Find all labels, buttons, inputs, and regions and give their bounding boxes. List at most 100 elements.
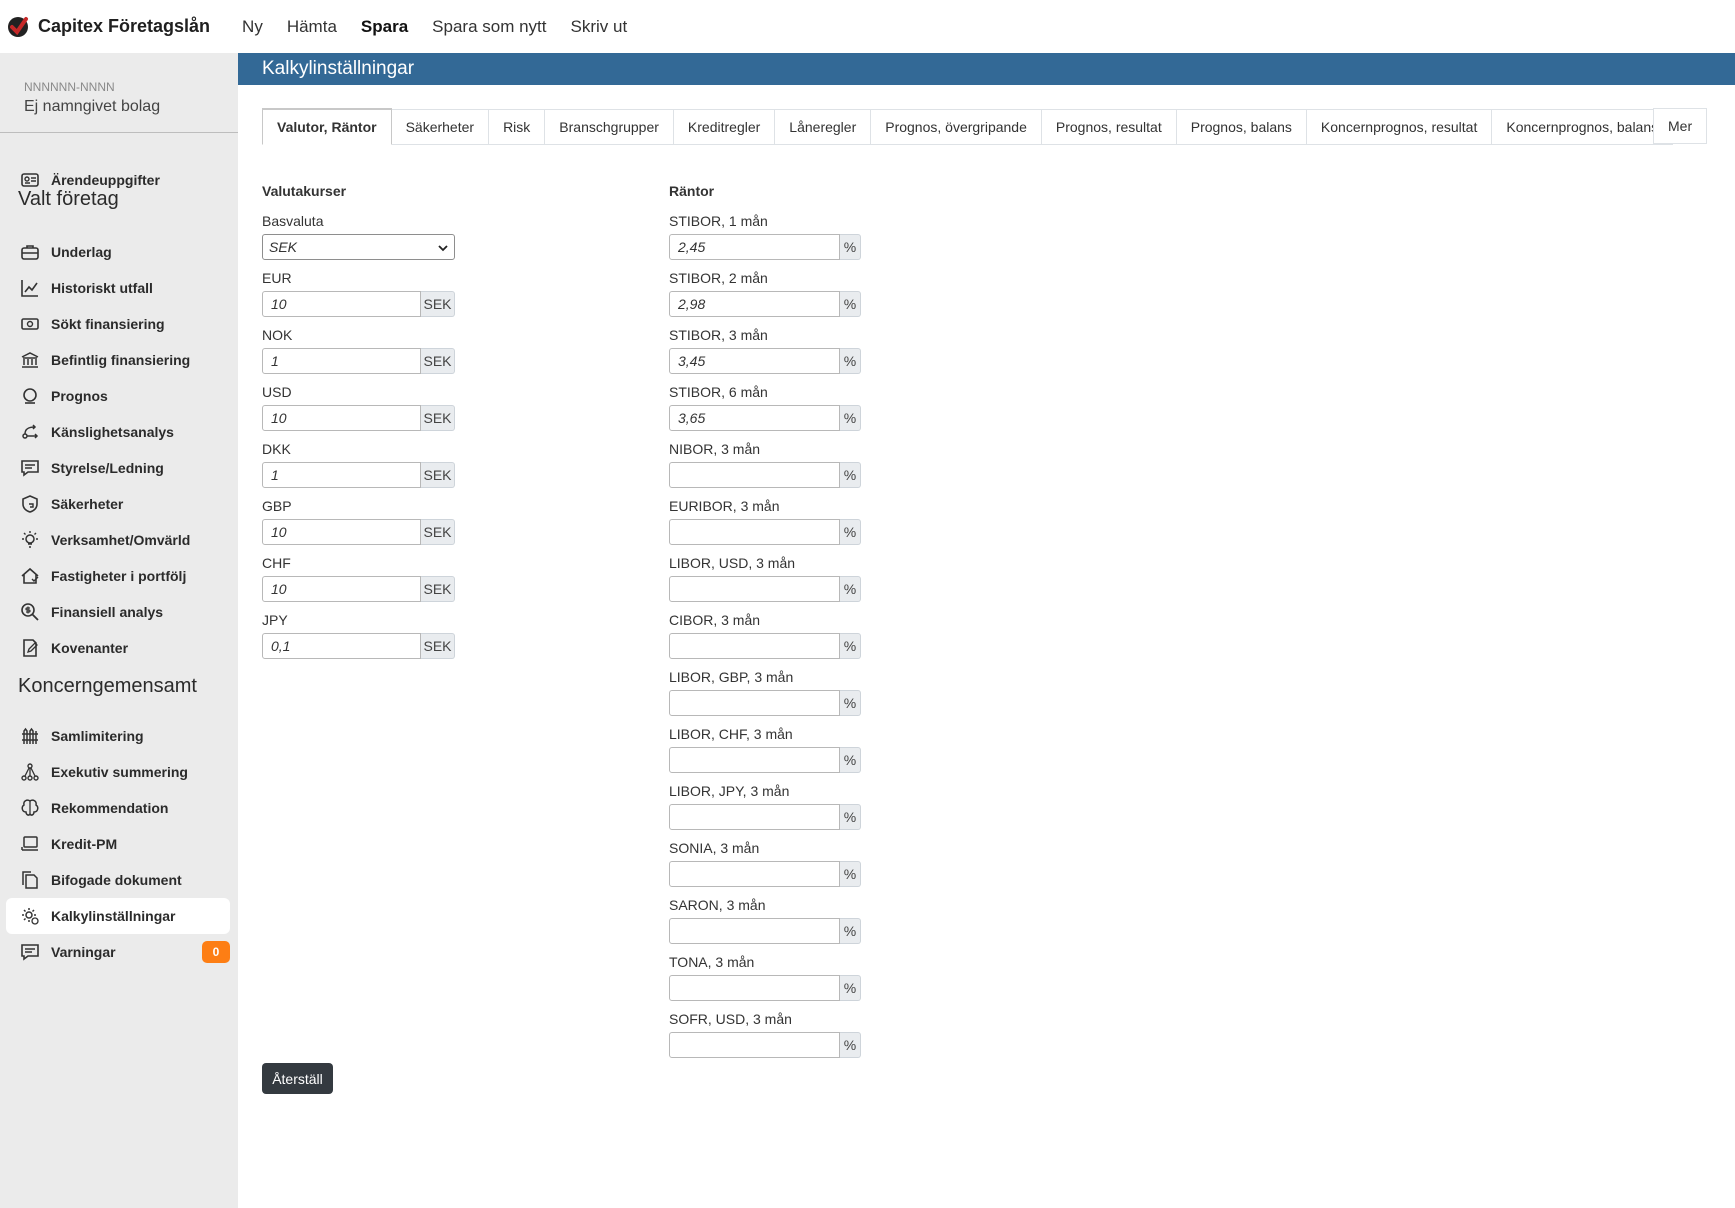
sidebar-item-samlimitering[interactable]: Samlimitering [6,718,230,754]
tab-risk[interactable]: Risk [489,109,546,145]
sidebar-item-finansiell-analys[interactable]: Finansiell analys [6,594,230,630]
sidebar: NNNNNN-NNNN Ej namngivet bolag Ärendeupp… [0,53,238,1208]
sidebar-item-varningar[interactable]: Varningar 0 [6,934,230,970]
sidebar-item-prognos[interactable]: Prognos [6,378,230,414]
rate-label-cibor-3-mån: CIBOR, 3 mån [669,612,761,628]
rate-input-sofr-usd-3-mån[interactable] [669,1032,840,1058]
rate-input-tona-3-mån[interactable] [669,975,840,1001]
currency-unit-addon: SEK [421,519,455,545]
sidebar-item-verksamhet-omvarld[interactable]: Verksamhet/Omvärld [6,522,230,558]
rate-label-stibor-6-mån: STIBOR, 6 mån [669,384,768,400]
sidebar-item-label: Säkerheter [51,496,124,512]
rate-input-stibor-6-mån[interactable]: 3,65 [669,405,840,431]
rate-input-nibor-3-mån[interactable] [669,462,840,488]
rate-input-stibor-2-mån[interactable]: 2,98 [669,291,840,317]
currency-label-chf: CHF [262,555,291,571]
base-currency-select[interactable]: SEK [262,234,455,260]
sidebar-item-label: Kovenanter [51,640,129,656]
rate-label-stibor-3-mån: STIBOR, 3 mån [669,327,768,343]
currency-input-eur[interactable]: 10 [262,291,421,317]
rate-input-cibor-3-mån[interactable] [669,633,840,659]
rate-input-libor-jpy-3-mån[interactable] [669,804,840,830]
bank-icon [19,349,41,371]
currency-input-usd[interactable]: 10 [262,405,421,431]
files-icon [19,869,41,891]
sidebar-item-styrelse-ledning[interactable]: Styrelse/Ledning [6,450,230,486]
sidebar-item-kanslighetsanalys[interactable]: Känslighetsanalys [6,414,230,450]
gear-user-icon [19,905,41,927]
rate-input-libor-gbp-3-mån[interactable] [669,690,840,716]
tab-prognos-resultat[interactable]: Prognos, resultat [1041,109,1177,145]
rate-label-libor-gbp-3-mån: LIBOR, GBP, 3 mån [669,669,794,685]
base-currency-label: Basvaluta [262,213,324,229]
warnings-count-badge: 0 [202,941,230,963]
tab-koncernprognos-balans[interactable]: Koncernprognos, balans [1492,109,1674,145]
lightbulb-icon [19,529,41,551]
sidebar-item-label: Underlag [51,244,112,260]
rate-input-euribor-3-mån[interactable] [669,519,840,545]
rate-label-euribor-3-mån: EURIBOR, 3 mån [669,498,780,514]
currency-input-nok[interactable]: 1 [262,348,421,374]
currency-label-eur: EUR [262,270,292,286]
sidebar-item-sakerheter[interactable]: Säkerheter [6,486,230,522]
sidebar-item-bifogade-dokument[interactable]: Bifogade dokument [6,862,230,898]
fence-icon [19,725,41,747]
sidebar-item-label: Kredit-PM [51,836,118,852]
rate-input-libor-chf-3-mån[interactable] [669,747,840,773]
percent-unit-addon: % [840,804,861,830]
top-navbar: Capitex Företagslån Ny Hämta Spara Spara… [0,0,1735,53]
percent-unit-addon: % [840,975,861,1001]
sidebar-item-label: Styrelse/Ledning [51,460,164,476]
rate-input-libor-usd-3-mån[interactable] [669,576,840,602]
currencies-title: Valutakurser [262,183,347,199]
document-edit-icon [19,637,41,659]
currency-input-gbp[interactable]: 10 [262,519,421,545]
nav-skriv-ut[interactable]: Skriv ut [570,17,627,37]
sidebar-item-kredit-pm[interactable]: Kredit-PM [6,826,230,862]
rate-label-nibor-3-mån: NIBOR, 3 mån [669,441,761,457]
sidebar-item-sokt-finansiering[interactable]: Sökt finansiering [6,306,230,342]
company-info[interactable]: NNNNNN-NNNN Ej namngivet bolag [0,53,238,133]
sidebar-item-underlag[interactable]: Underlag [6,234,230,270]
currency-input-jpy[interactable]: 0,1 [262,633,421,659]
sidebar-item-label: Sökt finansiering [51,316,165,332]
hierarchy-icon [19,761,41,783]
currency-label-dkk: DKK [262,441,291,457]
sidebar-item-rekommendation[interactable]: Rekommendation [6,790,230,826]
nav-spara-som-nytt[interactable]: Spara som nytt [432,17,546,37]
sidebar-item-kovenanter[interactable]: Kovenanter [6,630,230,666]
tab-valutor-rantor[interactable]: Valutor, Räntor [262,109,392,145]
sidebar-item-kalkylinstallningar[interactable]: Kalkylinställningar [6,898,230,934]
tab-branschgrupper[interactable]: Branschgrupper [545,109,674,145]
reset-button[interactable]: Återställ [262,1063,333,1094]
sidebar-item-exekutiv-summering[interactable]: Exekutiv summering [6,754,230,790]
rate-input-stibor-1-mån[interactable]: 2,45 [669,234,840,260]
nav-hamta[interactable]: Hämta [287,17,337,37]
sidebar-item-historiskt-utfall[interactable]: Historiskt utfall [6,270,230,306]
nav-spara[interactable]: Spara [361,17,408,37]
nav-ny[interactable]: Ny [242,17,263,37]
brand[interactable]: Capitex Företagslån [6,15,230,39]
tab-kreditregler[interactable]: Kreditregler [673,109,776,145]
tab-sakerheter[interactable]: Säkerheter [391,109,490,145]
tab-mer[interactable]: Mer [1653,108,1708,144]
rate-input-sonia-3-mån[interactable] [669,861,840,887]
tab-koncernprognos-resultat[interactable]: Koncernprognos, resultat [1306,109,1493,145]
percent-unit-addon: % [840,747,861,773]
rate-label-libor-usd-3-mån: LIBOR, USD, 3 mån [669,555,796,571]
sidebar-item-label: Kalkylinställningar [51,908,176,924]
sidebar-item-befintlig-finansiering[interactable]: Befintlig finansiering [6,342,230,378]
rate-input-stibor-3-mån[interactable]: 3,45 [669,348,840,374]
tab-prognos-balans[interactable]: Prognos, balans [1176,109,1307,145]
percent-unit-addon: % [840,1032,861,1058]
currency-input-chf[interactable]: 10 [262,576,421,602]
currency-unit-addon: SEK [421,291,455,317]
sidebar-item-label: Rekommendation [51,800,169,816]
currency-input-dkk[interactable]: 1 [262,462,421,488]
rate-input-saron-3-mån[interactable] [669,918,840,944]
tab-laneregler[interactable]: Låneregler [775,109,872,145]
sidebar-item-label: Finansiell analys [51,604,164,620]
tab-prognos-overgripande[interactable]: Prognos, övergripande [871,109,1042,145]
sidebar-item-label: Bifogade dokument [51,872,182,888]
sidebar-item-fastigheter[interactable]: Fastigheter i portfölj [6,558,230,594]
